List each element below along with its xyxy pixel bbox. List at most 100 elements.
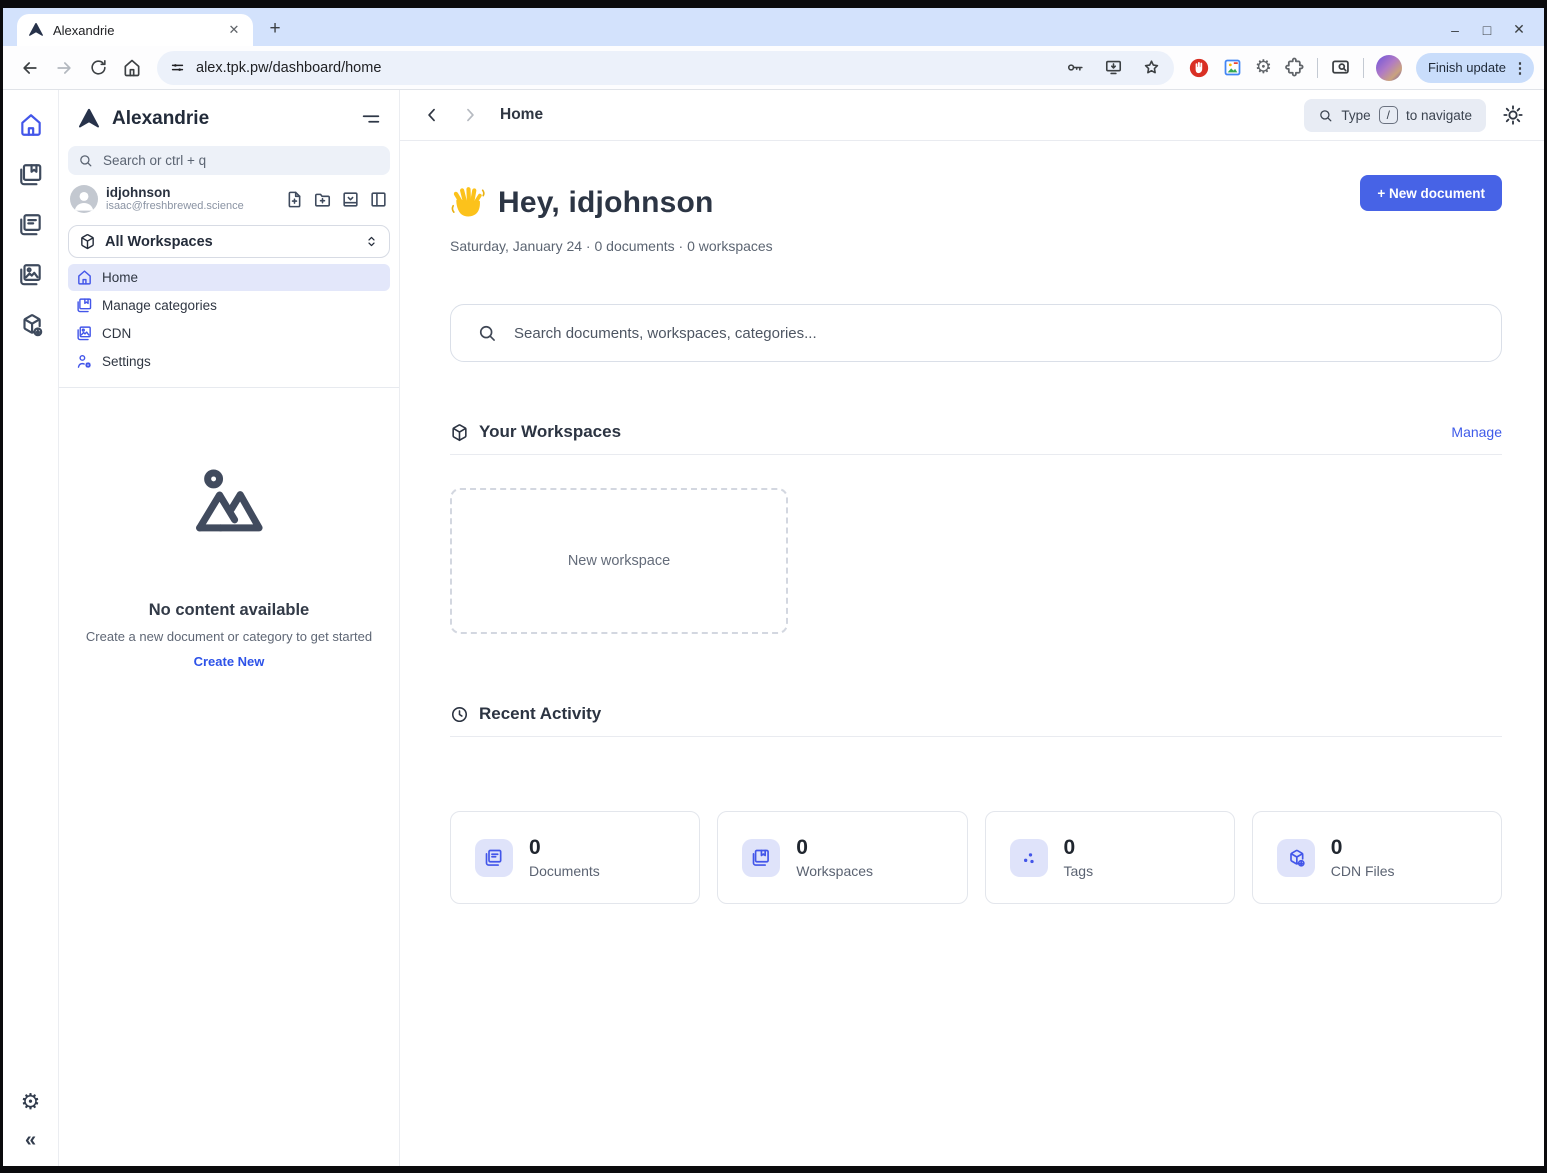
create-new-link[interactable]: Create New — [82, 654, 376, 669]
sidebar-nav: Home Manage categories CDN Settings — [68, 264, 390, 375]
sidebar-item-settings[interactable]: Settings — [68, 348, 390, 375]
url-bar[interactable]: alex.tpk.pw/dashboard/home — [157, 51, 1174, 85]
browser-toolbar: alex.tpk.pw/dashboard/home ⚙ Finish upda… — [3, 46, 1544, 90]
browser-forward-button[interactable] — [47, 51, 81, 85]
toolbar-separator — [1363, 58, 1364, 78]
stat-label: Tags — [1064, 863, 1094, 879]
favicon-alexandrie — [27, 21, 45, 39]
sidebar-item-cdn[interactable]: CDN — [68, 320, 390, 347]
site-settings-icon[interactable] — [169, 59, 186, 76]
sidebar-item-manage-categories[interactable]: Manage categories — [68, 292, 390, 319]
quick-nav-prefix: Type — [1341, 108, 1370, 123]
stat-value: 0 — [1064, 836, 1094, 860]
browser-profile-avatar[interactable] — [1376, 55, 1402, 81]
rail-settings-gear-icon[interactable]: ⚙ — [21, 1089, 41, 1115]
rail-collapse-icon[interactable]: « — [25, 1129, 36, 1152]
icon-rail: ⚙ « — [3, 90, 59, 1166]
window-maximize-button[interactable]: □ — [1478, 22, 1496, 38]
browser-back-button[interactable] — [13, 51, 47, 85]
sidebar-divider — [59, 387, 399, 388]
cdn-files-icon — [1277, 839, 1315, 877]
home-icon — [76, 269, 93, 286]
activity-section-header: Recent Activity — [450, 704, 1502, 737]
workspace-selector[interactable]: All Workspaces — [68, 225, 390, 258]
extensions-puzzle-icon[interactable] — [1284, 57, 1305, 78]
rail-cdn-icon[interactable] — [18, 262, 44, 288]
settings-user-icon — [76, 353, 93, 370]
search-icon — [78, 153, 93, 168]
global-search-bar[interactable] — [450, 304, 1502, 362]
window-minimize-button[interactable]: – — [1446, 22, 1464, 38]
workspaces-icon — [742, 839, 780, 877]
browser-tab[interactable]: Alexandrie ✕ — [17, 14, 253, 46]
stats-row: 0 Documents 0 Workspaces 0 Tags — [450, 811, 1502, 904]
global-search-input[interactable] — [512, 324, 1475, 343]
nav-label: Manage categories — [102, 298, 217, 313]
tab-title: Alexandrie — [53, 23, 217, 38]
tags-icon — [1010, 839, 1048, 877]
sidebar-search[interactable] — [68, 146, 390, 175]
sidebar-search-input[interactable] — [101, 152, 380, 169]
slash-key-badge: / — [1379, 106, 1398, 124]
new-category-icon[interactable] — [313, 190, 332, 209]
workspace-cube-icon — [79, 233, 96, 250]
quick-navigate-search[interactable]: Type / to navigate — [1304, 99, 1486, 132]
rail-home-icon[interactable] — [18, 112, 44, 138]
alexandrie-logo — [76, 106, 102, 132]
cdn-icon — [76, 325, 93, 342]
search-icon — [1318, 108, 1333, 123]
user-avatar[interactable] — [70, 185, 98, 213]
toggle-panel-icon[interactable] — [369, 190, 388, 209]
nav-label: Settings — [102, 354, 151, 369]
browser-reload-button[interactable] — [81, 51, 115, 85]
stat-card-documents[interactable]: 0 Documents — [450, 811, 700, 904]
new-document-button[interactable]: + New document — [1360, 175, 1502, 211]
browser-home-button[interactable] — [115, 51, 149, 85]
import-icon[interactable] — [341, 190, 360, 209]
activity-section-title: Recent Activity — [479, 704, 1502, 724]
screen-edge-artifact-bottom — [3, 1166, 1544, 1173]
empty-state-subtitle: Create a new document or category to get… — [82, 629, 376, 644]
stat-card-tags[interactable]: 0 Tags — [985, 811, 1235, 904]
install-app-icon[interactable] — [1100, 54, 1128, 82]
stat-label: Documents — [529, 863, 600, 879]
rail-cdn-files-icon[interactable] — [18, 312, 44, 338]
browser-menu-icon[interactable]: ⋮ — [1512, 59, 1528, 77]
new-document-icon[interactable] — [285, 190, 304, 209]
quick-nav-suffix: to navigate — [1406, 108, 1472, 123]
stat-card-cdn-files[interactable]: 0 CDN Files — [1252, 811, 1502, 904]
window-controls: – □ ✕ — [1446, 21, 1544, 46]
new-tab-button[interactable]: + — [261, 15, 289, 43]
sidebar-menu-icon[interactable] — [360, 108, 382, 130]
rail-categories-icon[interactable] — [18, 162, 44, 188]
rail-documents-icon[interactable] — [18, 212, 44, 238]
theme-toggle-sun-icon[interactable] — [1502, 104, 1524, 126]
stat-card-workspaces[interactable]: 0 Workspaces — [717, 811, 967, 904]
categories-icon — [76, 297, 93, 314]
app-shell: ⚙ « Alexandrie idjohnson isaac@freshbrew… — [3, 90, 1544, 1166]
screenshot-extension-icon[interactable] — [1222, 57, 1243, 78]
password-manager-icon[interactable] — [1062, 54, 1090, 82]
search-icon — [477, 323, 497, 343]
finish-update-button[interactable]: Finish update ⋮ — [1416, 53, 1534, 83]
empty-state-title: No content available — [82, 601, 376, 620]
user-email: isaac@freshbrewed.science — [106, 200, 285, 213]
url-text[interactable]: alex.tpk.pw/dashboard/home — [196, 60, 1052, 76]
nav-back-icon[interactable] — [422, 105, 442, 125]
bookmark-star-icon[interactable] — [1138, 54, 1166, 82]
stat-value: 0 — [1331, 836, 1395, 860]
main-header: Home Type / to navigate — [400, 90, 1544, 141]
adblock-extension-icon[interactable] — [1188, 57, 1210, 79]
user-name: idjohnson — [106, 185, 285, 200]
manage-workspaces-link[interactable]: Manage — [1451, 424, 1502, 440]
main-panel: Home Type / to navigate — [400, 90, 1544, 1166]
tab-close-icon[interactable]: ✕ — [225, 21, 243, 39]
window-close-button[interactable]: ✕ — [1510, 21, 1528, 38]
search-tabs-icon[interactable] — [1330, 57, 1351, 78]
nav-forward-icon[interactable] — [460, 105, 480, 125]
settings-extension-icon[interactable]: ⚙ — [1255, 58, 1272, 78]
new-workspace-label: New workspace — [568, 553, 670, 569]
waving-hand-emoji — [448, 183, 488, 223]
new-workspace-card[interactable]: New workspace — [450, 488, 788, 634]
sidebar-item-home[interactable]: Home — [68, 264, 390, 291]
